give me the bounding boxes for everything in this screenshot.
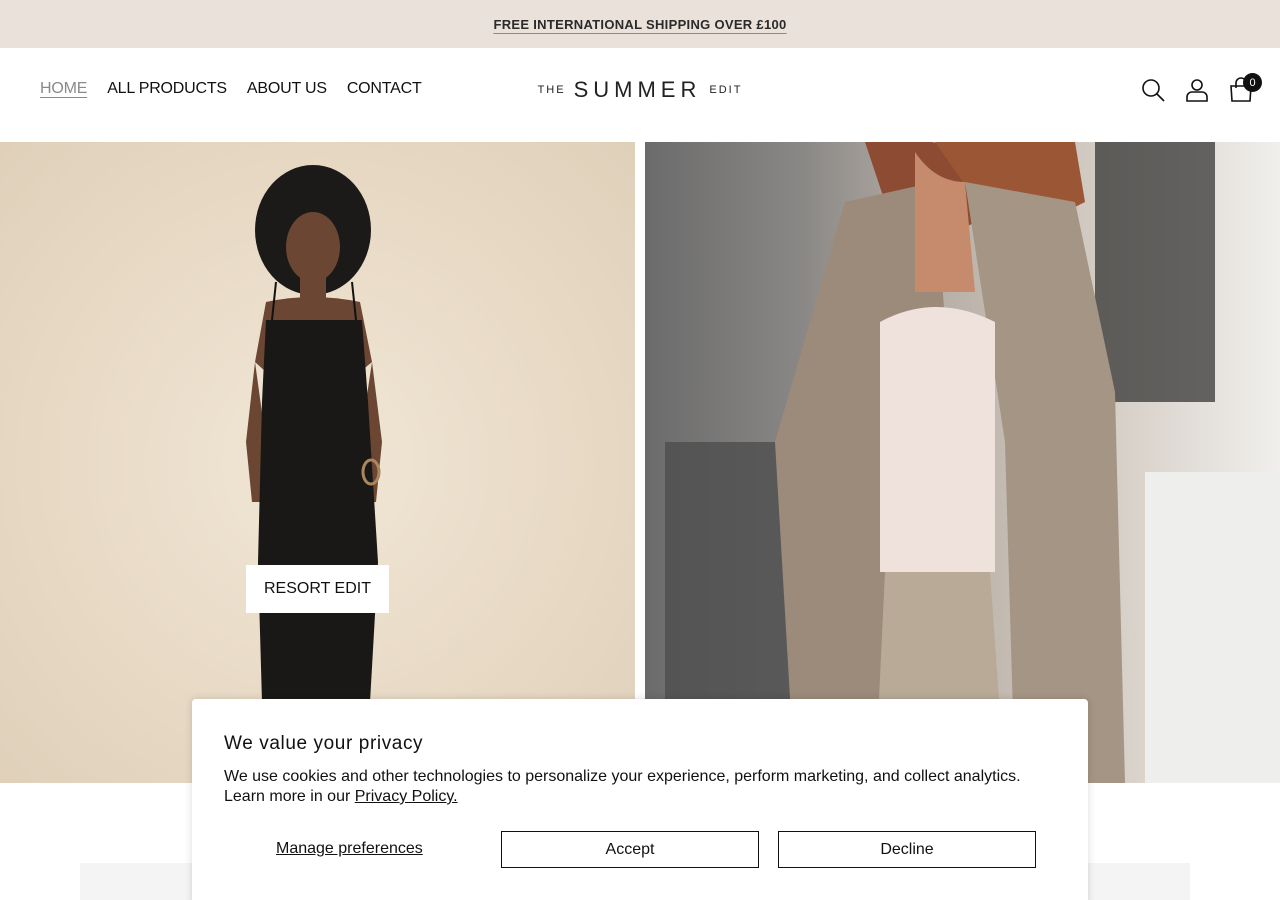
resort-edit-button[interactable]: RESORT EDIT (246, 565, 389, 613)
logo-main: SUMMER (573, 77, 702, 102)
cookie-actions: Manage preferences Accept Decline (224, 831, 1056, 868)
logo-prefix: THE (537, 84, 566, 96)
site-header: HOME ALL PRODUCTS ABOUT US CONTACT THE S… (0, 48, 1280, 142)
cookie-body: We use cookies and other technologies to… (224, 767, 1044, 807)
model-black-dress-illustration (246, 165, 382, 702)
decline-button[interactable]: Decline (778, 831, 1036, 868)
user-icon[interactable] (1184, 76, 1210, 104)
nav-about-us[interactable]: ABOUT US (247, 80, 327, 98)
cookie-body-text: We use cookies and other technologies to… (224, 768, 1021, 805)
manage-preferences-link[interactable]: Manage preferences (276, 840, 423, 858)
cookie-banner: We value your privacy We use cookies and… (192, 699, 1088, 900)
hero-image-right[interactable] (645, 142, 1280, 783)
privacy-policy-link[interactable]: Privacy Policy. (355, 788, 458, 805)
shopping-bag-icon[interactable]: 0 (1228, 73, 1262, 104)
model-linen-set-illustration (665, 142, 1280, 783)
accept-button[interactable]: Accept (501, 831, 759, 868)
cookie-title: We value your privacy (224, 733, 424, 754)
nav-home[interactable]: HOME (40, 80, 87, 98)
site-logo[interactable]: THE SUMMER EDIT (520, 77, 760, 102)
search-icon[interactable] (1140, 76, 1166, 104)
nav-contact[interactable]: CONTACT (347, 80, 422, 98)
hero-section: RESORT EDIT (0, 142, 1280, 783)
announcement-link[interactable]: FREE INTERNATIONAL SHIPPING OVER £100 (493, 17, 786, 32)
announcement-bar: FREE INTERNATIONAL SHIPPING OVER £100 (0, 0, 1280, 48)
nav-all-products[interactable]: ALL PRODUCTS (107, 80, 227, 98)
hero-image-left[interactable]: RESORT EDIT (0, 142, 635, 783)
main-nav: HOME ALL PRODUCTS ABOUT US CONTACT (40, 80, 422, 98)
logo-suffix: EDIT (709, 84, 743, 96)
header-icons: 0 (1140, 73, 1262, 104)
cart-count-badge: 0 (1243, 73, 1262, 92)
